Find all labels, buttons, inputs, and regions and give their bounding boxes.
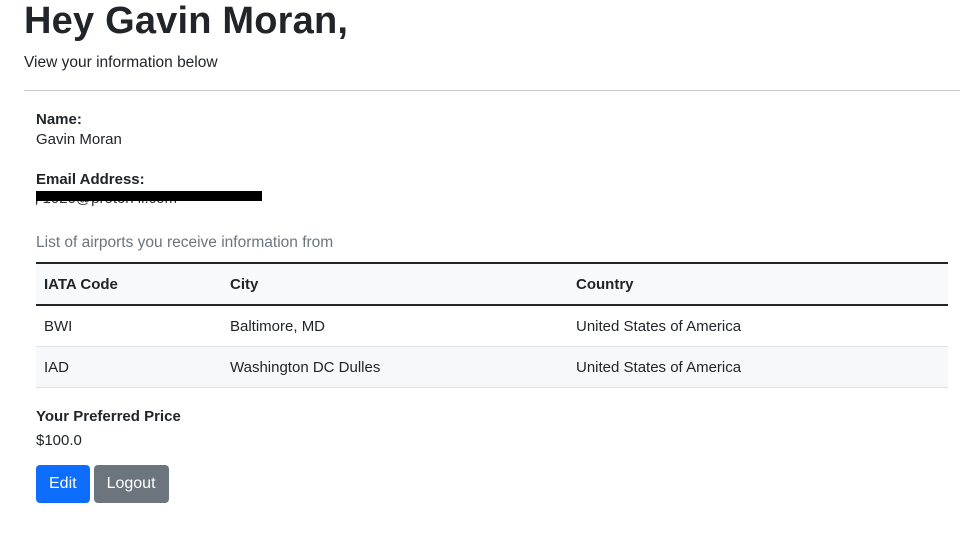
name-label: Name:: [36, 111, 82, 128]
cell-country: United States of America: [568, 305, 948, 347]
name-section: Name: Gavin Moran: [36, 110, 948, 150]
page-title: Hey Gavin Moran,: [24, 0, 349, 42]
price-label: Your Preferred Price: [36, 408, 181, 425]
email-section: Email Address: g 1020@proton il.com: [36, 170, 948, 210]
email-value: g 1020@proton il.com: [36, 190, 266, 210]
action-buttons: Edit Logout: [36, 465, 948, 503]
cell-iata: IAD: [36, 346, 222, 388]
logout-button[interactable]: Logout: [93, 465, 169, 503]
header-divider: [24, 90, 960, 91]
table-row: BWI Baltimore, MD United States of Ameri…: [36, 305, 948, 347]
cell-iata: BWI: [36, 305, 222, 347]
name-value: Gavin Moran: [36, 131, 122, 148]
cell-city: Washington DC Dulles: [222, 346, 568, 388]
price-value: $100.0: [36, 432, 82, 449]
profile-content: Name: Gavin Moran Email Address: g 1020@…: [24, 110, 948, 503]
airports-table: IATA Code City Country BWI Baltimore, MD…: [36, 262, 948, 388]
table-header-row: IATA Code City Country: [36, 262, 948, 306]
table-row: IAD Washington DC Dulles United States o…: [36, 346, 948, 388]
column-header-iata: IATA Code: [36, 262, 222, 306]
price-section: Your Preferred Price $100.0: [36, 407, 948, 451]
column-header-city: City: [222, 262, 568, 306]
profile-page: Hey Gavin Moran, View your information b…: [24, 0, 960, 503]
edit-button[interactable]: Edit: [36, 465, 90, 503]
cell-city: Baltimore, MD: [222, 305, 568, 347]
cell-country: United States of America: [568, 346, 948, 388]
email-redaction-bar: [36, 191, 262, 201]
airports-caption: List of airports you receive information…: [36, 234, 334, 251]
column-header-country: Country: [568, 262, 948, 306]
page-subtitle: View your information below: [24, 54, 218, 71]
email-label: Email Address:: [36, 171, 145, 188]
